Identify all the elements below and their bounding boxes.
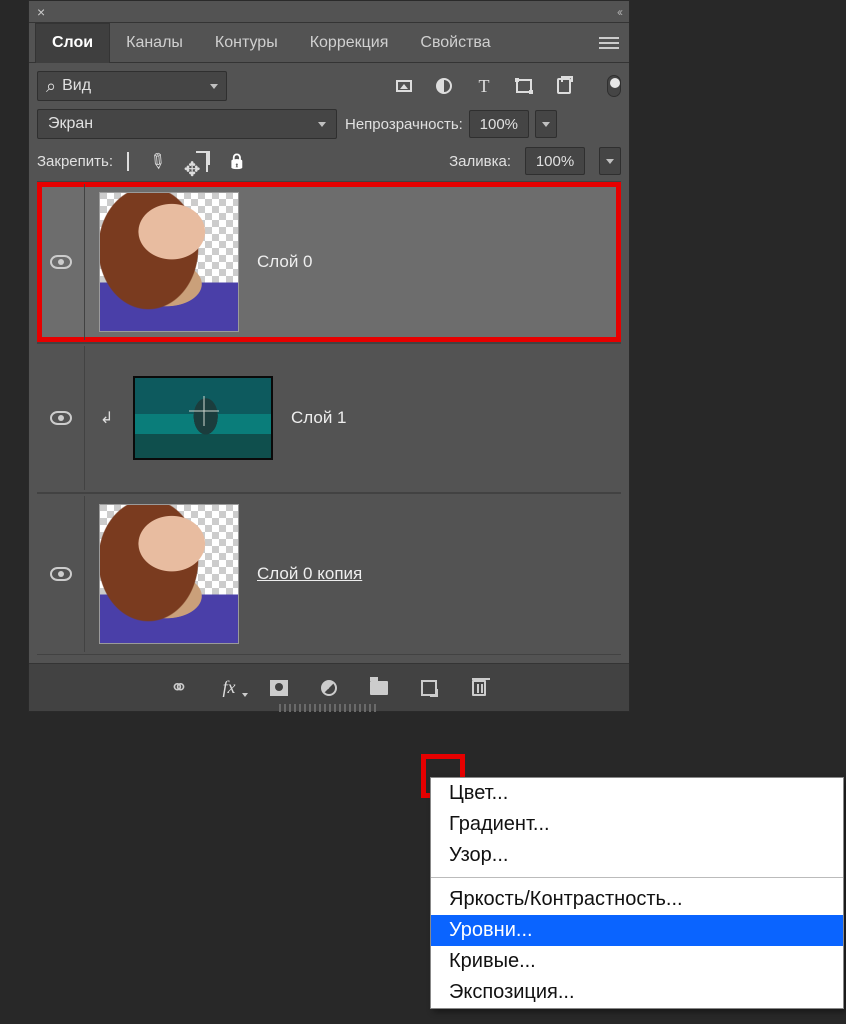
menu-item-gradient[interactable]: Градиент... [431, 809, 843, 840]
filter-smart-icon[interactable] [555, 78, 573, 94]
filter-toggle[interactable] [607, 75, 621, 97]
layer-thumbnail[interactable] [99, 504, 239, 644]
filter-pixel-icon[interactable] [395, 80, 413, 92]
blend-mode-select[interactable]: Экран [37, 109, 337, 139]
lock-label: Закрепить: [37, 153, 113, 170]
panel-body: Вид Экран Непрозрачность: 100% [29, 63, 629, 663]
menu-separator [431, 877, 843, 878]
panel-menu-icon[interactable] [599, 42, 619, 44]
tab-paths[interactable]: Контуры [199, 23, 294, 63]
fill-stepper[interactable] [599, 147, 621, 175]
layer-thumbnail[interactable] [133, 376, 273, 460]
filter-adjust-icon[interactable] [435, 78, 453, 94]
menu-item-brightness[interactable]: Яркость/Контрастность... [431, 884, 843, 915]
layers-footer: fx [29, 663, 629, 711]
chevron-down-icon [318, 122, 326, 127]
visibility-toggle[interactable] [37, 496, 85, 652]
link-layers-icon[interactable] [168, 677, 190, 699]
eye-icon [50, 567, 72, 581]
visibility-toggle[interactable] [37, 346, 85, 490]
tab-bar: Слои Каналы Контуры Коррекция Свойства [29, 23, 629, 63]
close-icon[interactable]: × [37, 4, 45, 20]
layer-name[interactable]: Слой 1 [291, 408, 347, 428]
fill-value[interactable]: 100% [525, 147, 585, 175]
layer-thumbnail[interactable] [99, 192, 239, 332]
eye-icon [50, 411, 72, 425]
menu-item-pattern[interactable]: Узор... [431, 840, 843, 871]
layer-row[interactable]: Слой 1 [37, 343, 621, 493]
tab-channels[interactable]: Каналы [110, 23, 199, 63]
opacity-stepper[interactable] [535, 110, 557, 138]
layer-row[interactable]: Слой 0 [37, 181, 621, 343]
fill-label: Заливка: [449, 153, 511, 170]
layer-filter-bar [395, 75, 621, 97]
adjustment-layer-menu: Цвет... Градиент... Узор... Яркость/Конт… [430, 777, 844, 1009]
search-icon [46, 76, 56, 97]
clipping-mask-icon [99, 410, 115, 426]
lock-pixels-icon[interactable] [149, 149, 166, 174]
add-mask-icon[interactable] [268, 677, 290, 699]
filter-shape-icon[interactable] [515, 79, 533, 93]
menu-item-curves[interactable]: Кривые... [431, 946, 843, 977]
visibility-toggle[interactable] [37, 184, 85, 340]
new-adjustment-layer-icon[interactable] [318, 677, 340, 699]
layer-kind-select[interactable]: Вид [37, 71, 227, 101]
opacity-value[interactable]: 100% [469, 110, 529, 138]
tab-properties[interactable]: Свойства [404, 23, 506, 63]
eye-icon [50, 255, 72, 269]
tab-adjustments[interactable]: Коррекция [294, 23, 405, 63]
lock-transparency-icon[interactable] [127, 153, 129, 170]
layer-fx-icon[interactable]: fx [218, 677, 240, 699]
collapse-panel-icon[interactable]: ‹‹ [617, 5, 621, 19]
layer-name[interactable]: Слой 0 [257, 252, 313, 272]
menu-item-levels[interactable]: Уровни... [431, 915, 843, 946]
kind-select-label: Вид [62, 77, 91, 95]
menu-item-exposure[interactable]: Экспозиция... [431, 977, 843, 1008]
lock-all-icon[interactable] [228, 152, 247, 170]
tab-layers[interactable]: Слои [35, 23, 110, 63]
opacity-label: Непрозрачность: [345, 116, 463, 133]
new-layer-icon[interactable] [418, 677, 440, 699]
panel-titlebar: × ‹‹ [29, 1, 629, 23]
new-group-icon[interactable] [368, 677, 390, 699]
resize-grip[interactable] [279, 704, 379, 712]
lock-artboard-icon[interactable] [206, 153, 208, 170]
blend-mode-value: Экран [48, 115, 93, 133]
layers-panel: × ‹‹ Слои Каналы Контуры Коррекция Свойс… [28, 0, 630, 712]
delete-layer-icon[interactable] [468, 677, 490, 699]
layer-list: Слой 0 Слой 1 Слой 0 копия [37, 181, 621, 655]
filter-text-icon[interactable] [475, 76, 493, 97]
layer-name[interactable]: Слой 0 копия [257, 564, 362, 584]
menu-item-color[interactable]: Цвет... [431, 778, 843, 809]
chevron-down-icon [210, 84, 218, 89]
layer-row[interactable]: Слой 0 копия [37, 493, 621, 655]
